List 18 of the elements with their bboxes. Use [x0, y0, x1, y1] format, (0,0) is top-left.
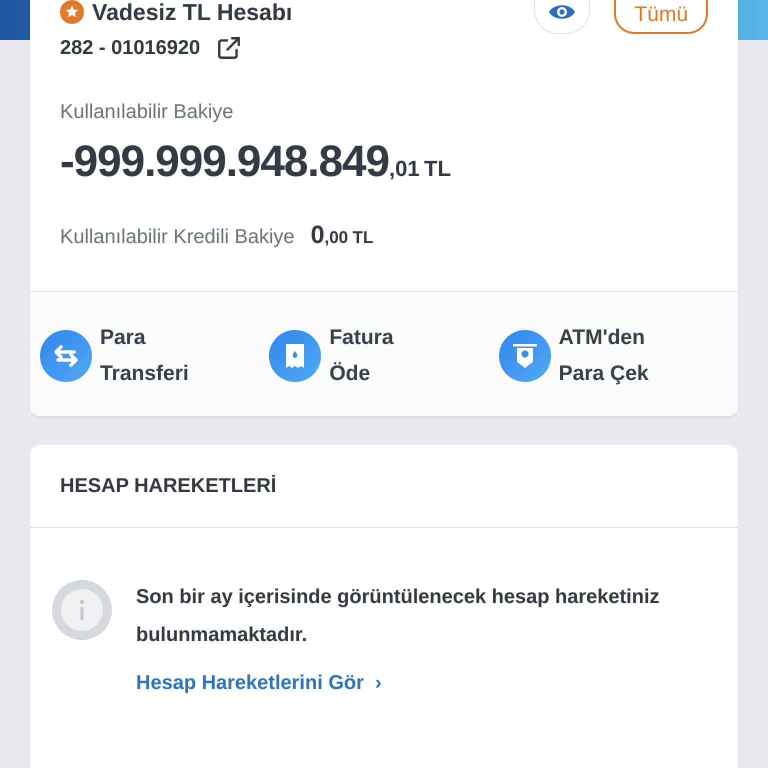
action-button[interactable]: ATM'den Para Çek	[498, 320, 649, 392]
balance-label: Kullanılabilir Bakiye	[60, 100, 234, 125]
credit-balance-amount: 0,00 TL	[310, 220, 374, 251]
action-button[interactable]: Fatura Öde	[269, 320, 394, 392]
account-name: Vadesiz TL Hesabı	[92, 0, 292, 25]
empty-message: Son bir ay içerisinde görüntülenecek hesap hareketiniz bulunmamaktadır.	[136, 584, 660, 648]
credit-balance-label: Kullanılabilir Kredili Bakiye	[60, 225, 295, 250]
atm-icon	[498, 330, 551, 382]
info-icon	[52, 580, 112, 640]
external-link-icon[interactable]	[216, 35, 242, 61]
account-number: 282 - 01016920	[60, 36, 200, 61]
transactions-link[interactable]: Hesap Hareketlerini Gör ›	[136, 668, 382, 698]
receipt-icon	[269, 330, 322, 382]
balance-amount: -999.999.948.849,01 TL	[60, 136, 452, 188]
section-title: HESAP HAREKETLERİ	[30, 444, 738, 528]
visibility-button[interactable]	[534, 0, 590, 34]
arrows-icon	[40, 330, 92, 382]
action-button[interactable]: Para Transferi	[40, 320, 189, 392]
